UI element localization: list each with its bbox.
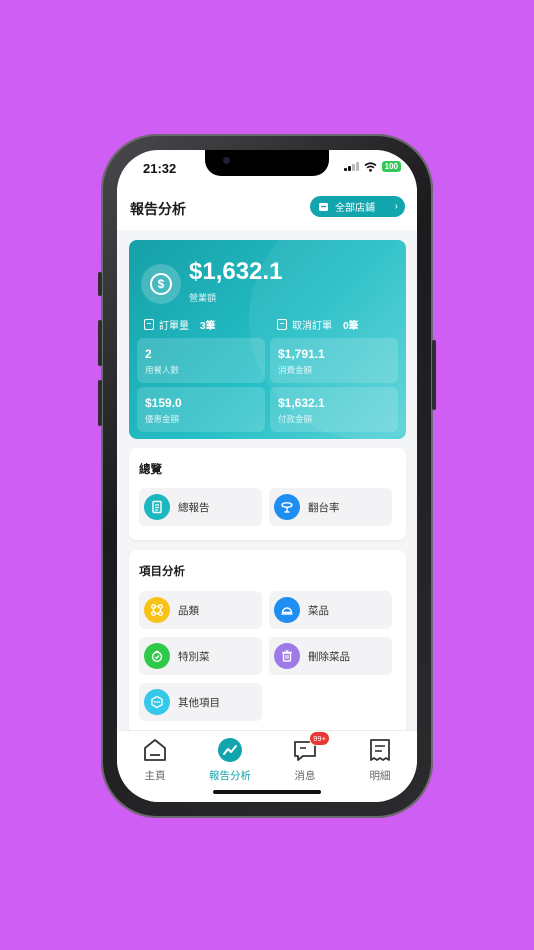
analysis-item-label: 其他項目 <box>178 696 220 709</box>
cancelled-label: 取消訂單 <box>292 321 332 332</box>
tile-value: $1,791.1 <box>278 347 325 361</box>
revenue-summary-card: $ $1,632.1 營業額 訂單量 3筆 取消訂單 0筆 2 用餐人數 $1,… <box>129 240 406 439</box>
tab-label: 主頁 <box>144 770 166 782</box>
power-button <box>432 340 436 410</box>
clipboard-icon <box>144 319 154 330</box>
analysis-item-deleted[interactable]: 刪除菜品 <box>269 637 392 675</box>
orders-value: 3筆 <box>200 321 216 332</box>
scroll-content[interactable]: $ $1,632.1 營業額 訂單量 3筆 取消訂單 0筆 2 用餐人數 $1,… <box>117 230 417 730</box>
analysis-item-other[interactable]: 其他項目 <box>139 683 262 721</box>
volume-up-button <box>98 320 102 366</box>
chevron-right-icon: › <box>394 201 398 212</box>
camera-icon <box>223 157 230 164</box>
item-analysis-title: 項目分析 <box>139 566 185 578</box>
mute-switch <box>98 272 102 296</box>
status-icons: 100 <box>344 161 401 172</box>
spend-tile: $1,791.1 消費金額 <box>270 338 398 383</box>
orders-stat: 訂單量 3筆 <box>144 317 216 332</box>
overview-card: 總覽 總報告 翻台率 <box>129 448 406 540</box>
revenue-label: 營業額 <box>189 293 217 303</box>
analysis-item-label: 刪除菜品 <box>308 650 350 663</box>
more-icon <box>144 689 170 715</box>
message-icon: 99+ <box>292 731 330 763</box>
store-selector-button[interactable]: 全部店鋪 › <box>310 196 405 217</box>
analysis-item-special[interactable]: 特別菜 <box>139 637 262 675</box>
wifi-icon <box>364 161 377 172</box>
tab-label: 消息 <box>294 770 316 782</box>
tile-label: 消費金額 <box>278 365 313 375</box>
overview-title: 總覽 <box>139 464 162 476</box>
table-icon <box>274 494 300 520</box>
tab-home[interactable]: 主頁 <box>125 737 185 783</box>
signal-icon <box>344 162 359 171</box>
page-title: 報告分析 <box>130 201 186 217</box>
store-selector-label: 全部店鋪 <box>335 203 375 214</box>
category-icon <box>144 597 170 623</box>
phone-frame: 21:32 100 報告分析 全部店鋪 › $ $1,632.1 營業額 訂單量… <box>98 134 436 818</box>
analysis-item-label: 菜品 <box>308 604 329 617</box>
tile-value: $1,632.1 <box>278 396 325 410</box>
tile-label: 用餐人數 <box>145 365 180 375</box>
tile-value: 2 <box>145 347 152 361</box>
notch <box>205 150 329 176</box>
dollar-icon: $ <box>141 264 181 304</box>
discount-tile: $159.0 優惠金額 <box>137 387 265 432</box>
analysis-item-label: 特別菜 <box>178 650 210 663</box>
screen: 21:32 100 報告分析 全部店鋪 › $ $1,632.1 營業額 訂單量… <box>117 150 417 802</box>
special-icon <box>144 643 170 669</box>
volume-down-button <box>98 380 102 426</box>
overview-item-label: 總報告 <box>178 501 210 514</box>
cancel-clipboard-icon <box>277 319 287 330</box>
analysis-item-label: 品類 <box>178 604 199 617</box>
tab-label: 報告分析 <box>209 770 251 782</box>
home-indicator <box>213 790 321 794</box>
cancelled-stat: 取消訂單 0筆 <box>277 317 359 332</box>
page-header: 報告分析 全部店鋪 › <box>117 188 417 230</box>
receipt-icon <box>367 737 393 763</box>
home-icon <box>142 737 168 763</box>
tab-report-analysis[interactable]: 報告分析 <box>200 737 260 783</box>
battery-indicator: 100 <box>381 161 401 172</box>
item-analysis-card: 項目分析 品類 菜品 特別菜 刪除菜品 其他項目 <box>129 550 406 730</box>
tile-value: $159.0 <box>145 396 182 410</box>
overview-item-report[interactable]: 總報告 <box>139 488 262 526</box>
report-icon <box>144 494 170 520</box>
tab-messages[interactable]: 99+ 消息 <box>275 731 335 783</box>
analysis-item-category[interactable]: 品類 <box>139 591 262 629</box>
orders-label: 訂單量 <box>159 321 189 332</box>
chart-icon <box>217 737 243 763</box>
overview-item-label: 翻台率 <box>308 501 340 514</box>
overview-item-turnover[interactable]: 翻台率 <box>269 488 392 526</box>
tile-label: 優惠金額 <box>145 414 180 424</box>
status-time: 21:32 <box>143 161 177 176</box>
payment-tile: $1,632.1 付款金額 <box>270 387 398 432</box>
message-badge: 99+ <box>309 731 330 746</box>
trash-icon <box>274 643 300 669</box>
store-icon <box>319 202 328 211</box>
cancelled-value: 0筆 <box>343 321 359 332</box>
diners-tile: 2 用餐人數 <box>137 338 265 383</box>
tile-label: 付款金額 <box>278 414 313 424</box>
tab-label: 明細 <box>369 770 391 782</box>
tab-details[interactable]: 明細 <box>350 737 410 783</box>
revenue-value: $1,632.1 <box>189 258 283 285</box>
dish-icon <box>274 597 300 623</box>
analysis-item-dish[interactable]: 菜品 <box>269 591 392 629</box>
